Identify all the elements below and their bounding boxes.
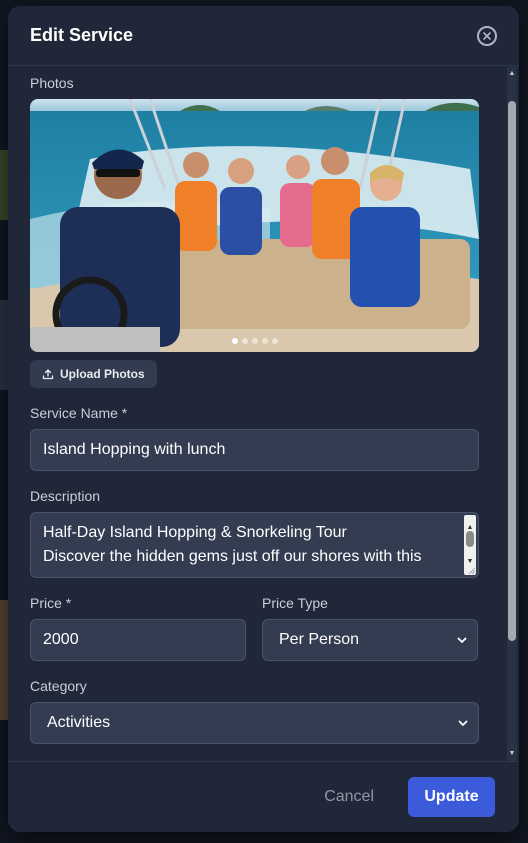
upload-photos-button[interactable]: Upload Photos	[30, 360, 157, 388]
description-textarea[interactable]: Half-Day Island Hopping & Snorkeling Tou…	[30, 512, 479, 578]
carousel-dot[interactable]	[231, 338, 238, 344]
service-name-value: Island Hopping with lunch	[43, 441, 226, 458]
modal-footer: Cancel Update	[8, 761, 519, 832]
photos-label: Photos	[30, 75, 74, 91]
service-photo[interactable]	[30, 99, 479, 352]
carousel-dot[interactable]	[251, 338, 258, 344]
edit-service-modal: Edit Service Photos Upload Photos Servic…	[8, 6, 519, 832]
category-select[interactable]: Activities	[30, 702, 479, 744]
upload-icon	[42, 369, 54, 380]
scroll-down-icon[interactable]: ▼	[507, 749, 517, 759]
price-label: Price *	[30, 595, 72, 611]
price-type-select[interactable]: Per Person	[262, 619, 478, 661]
carousel-dots	[30, 338, 479, 344]
modal-scrollbar[interactable]: ▲ ▼	[507, 67, 517, 761]
scrollbar-thumb[interactable]	[466, 531, 474, 547]
modal-title: Edit Service	[30, 25, 134, 45]
close-icon	[483, 31, 491, 40]
description-line: Half-Day Island Hopping & Snorkeling Tou…	[43, 524, 347, 541]
carousel-dot[interactable]	[241, 338, 248, 344]
chevron-down-icon	[457, 637, 467, 643]
upload-photos-label: Upload Photos	[60, 367, 145, 381]
service-name-label: Service Name *	[30, 405, 128, 421]
cancel-button[interactable]: Cancel	[312, 778, 386, 816]
resize-handle-icon[interactable]	[466, 565, 476, 575]
update-button[interactable]: Update	[408, 777, 495, 817]
scrollbar-thumb[interactable]	[508, 101, 516, 641]
description-label: Description	[30, 488, 101, 504]
price-type-value: Per Person	[279, 631, 360, 648]
price-value: 2000	[43, 631, 79, 648]
description-line: Discover the hidden gems just off our sh…	[43, 548, 422, 565]
boat-photo-image	[30, 99, 479, 352]
modal-header: Edit Service	[8, 6, 519, 66]
carousel-dot[interactable]	[261, 338, 268, 344]
price-type-label: Price Type	[262, 595, 328, 611]
chevron-down-icon	[458, 720, 468, 726]
price-input[interactable]: 2000	[30, 619, 246, 661]
category-value: Activities	[47, 714, 111, 731]
carousel-dot[interactable]	[271, 338, 278, 344]
service-name-input[interactable]: Island Hopping with lunch	[30, 429, 479, 471]
category-label: Category	[30, 678, 87, 694]
close-button[interactable]	[477, 25, 497, 46]
modal-body[interactable]: Photos Upload Photos Service Name * Isla…	[8, 67, 519, 761]
scroll-up-icon[interactable]: ▲	[507, 69, 517, 79]
